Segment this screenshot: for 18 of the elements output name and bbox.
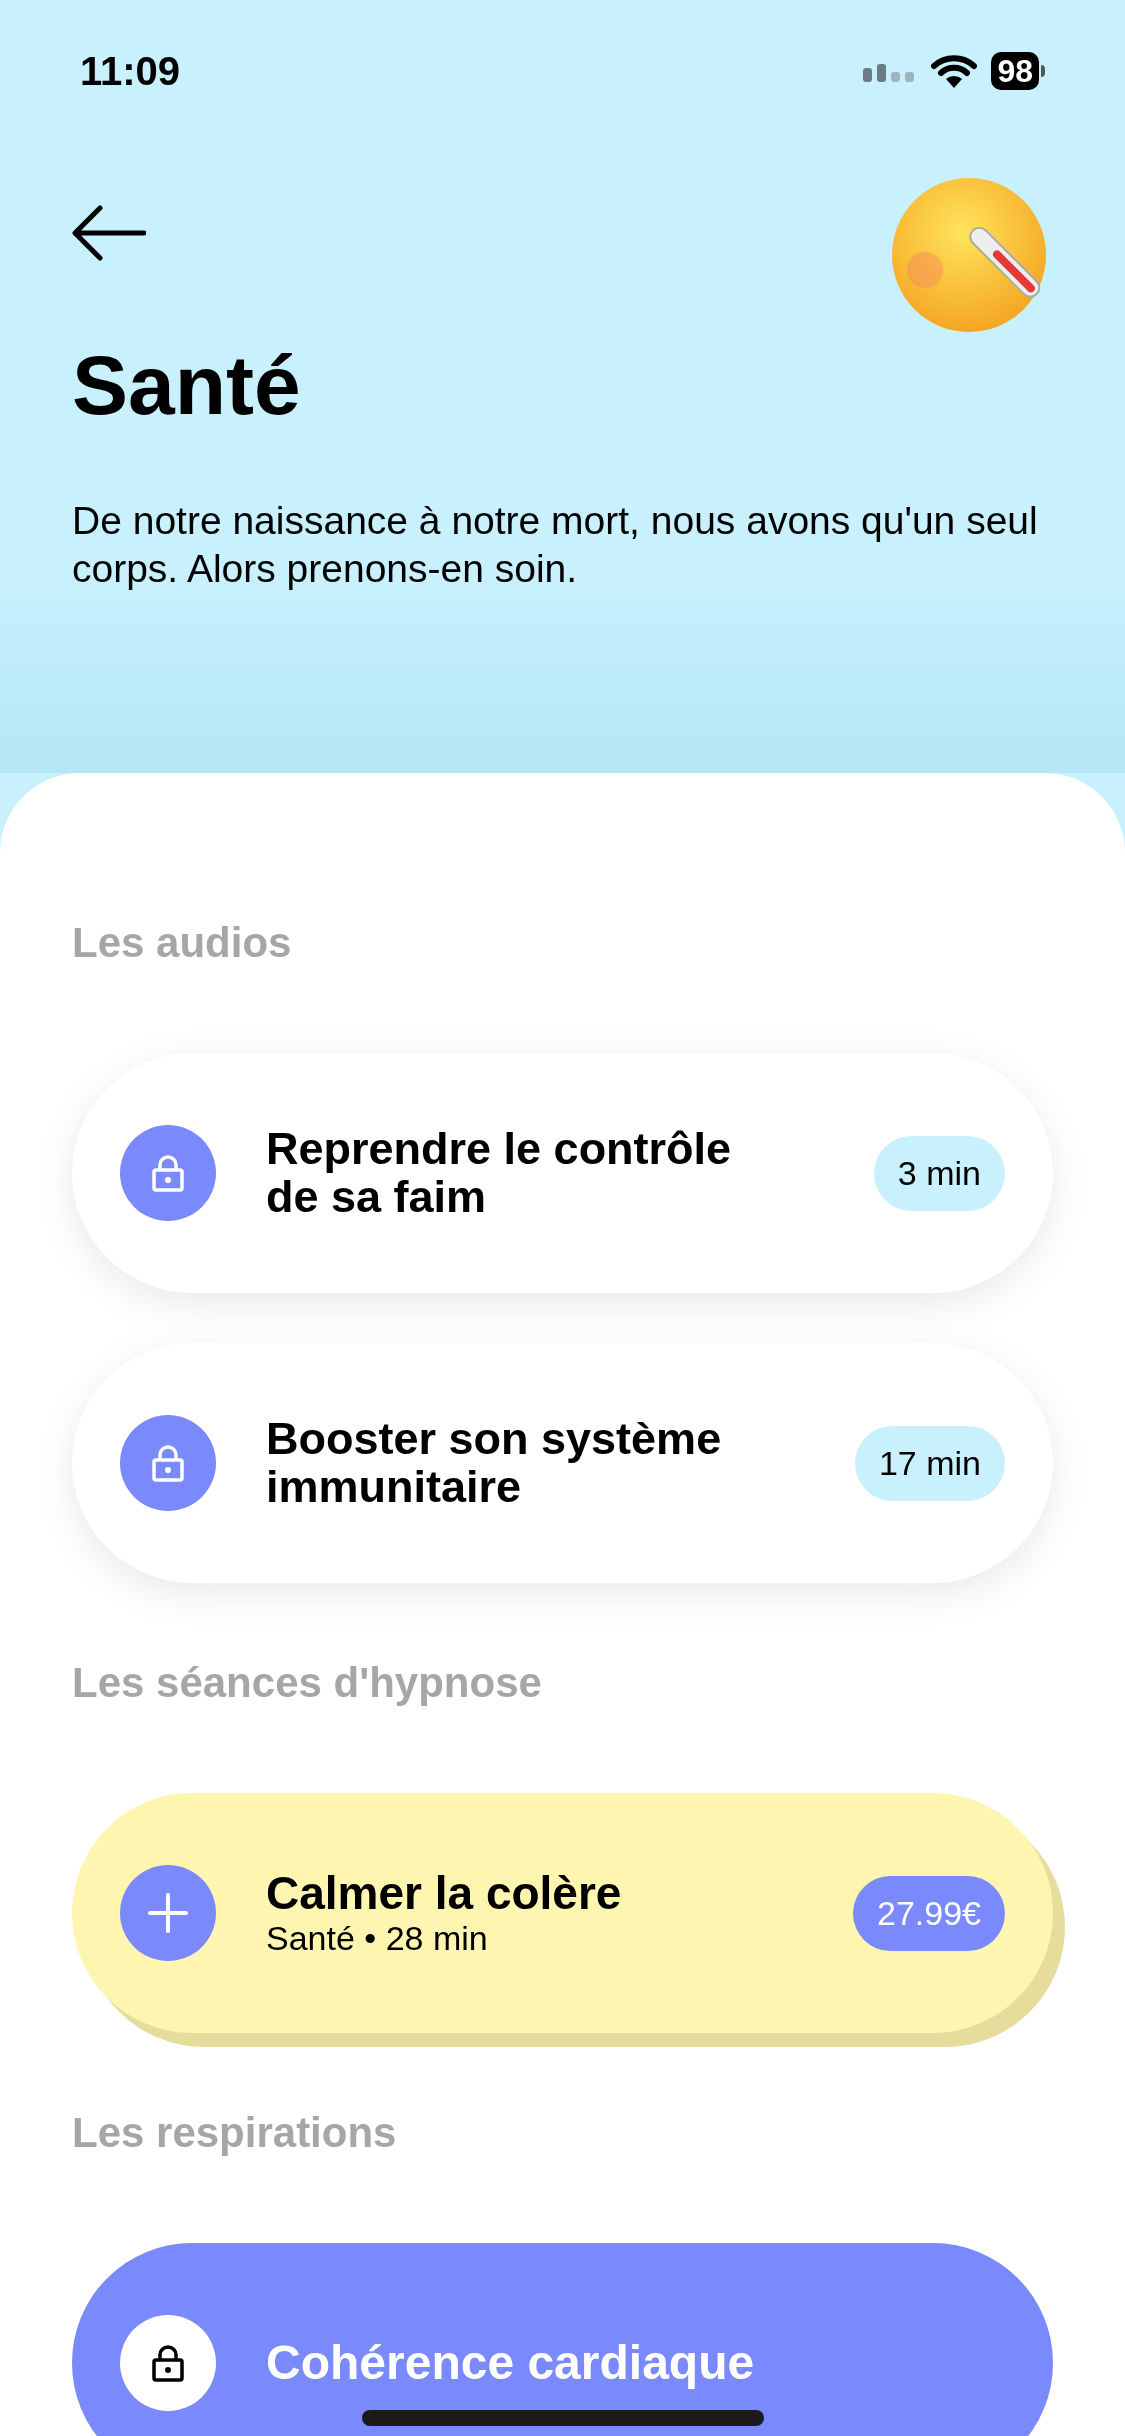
audio-card[interactable]: Reprendre le contrôle de sa faim 3 min [72,1053,1053,1293]
back-arrow-icon[interactable] [72,205,146,261]
section-heading: Les audios [72,918,293,968]
card-title: Calmer la colère [266,1868,623,1918]
section-heading: Les séances d'hypnose [72,1658,543,1708]
wifi-icon [931,54,978,88]
status-time: 11:09 [80,48,181,95]
card-title: Booster son système immunitaire [266,1415,723,1511]
page-description: De notre naissance à notre mort, nous avons qu'un seul corps. Alors prenons-en soin. [71,498,1039,592]
page-title: Santé [71,337,302,434]
duration-badge: 3 min [873,1135,1005,1211]
section-heading: Les respirations [72,2108,398,2158]
price-badge: 27.99€ [853,1875,1005,1951]
duration-badge: 17 min [854,1425,1005,1501]
card-title: Reprendre le contrôle de sa faim [266,1125,733,1221]
card-title: Cohérence cardiaque [266,2335,756,2391]
card-subtitle: Santé • 28 min [266,1918,489,1958]
audio-card[interactable]: Booster son système immunitaire 17 min [72,1343,1053,1583]
